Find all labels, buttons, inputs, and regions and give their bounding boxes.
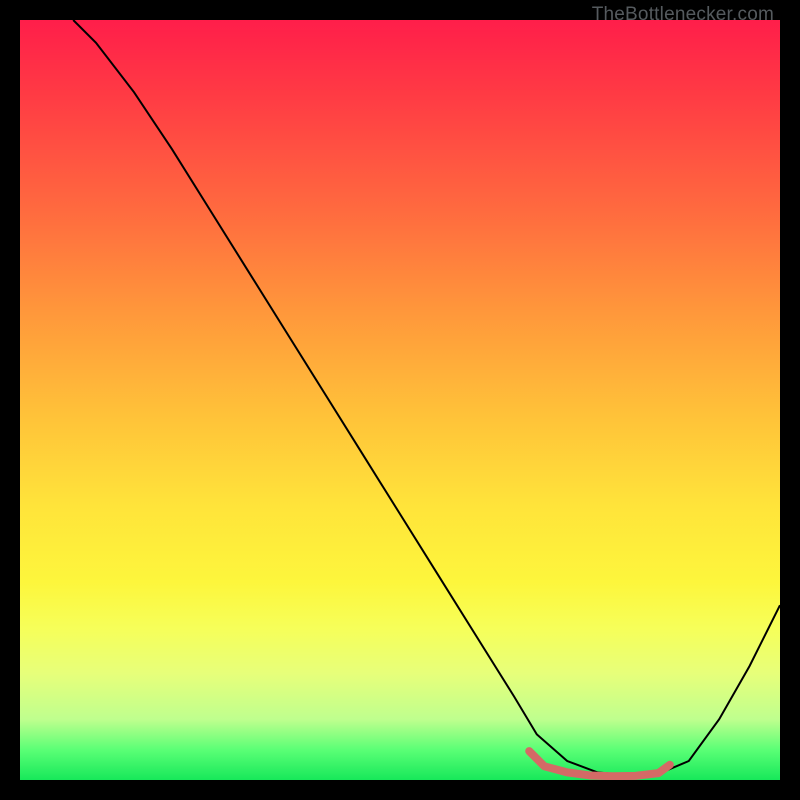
series-bottleneck-curve <box>73 20 780 775</box>
chart-frame <box>20 20 780 780</box>
bottleneck-chart <box>20 20 780 780</box>
series-optimal-region <box>529 751 670 776</box>
